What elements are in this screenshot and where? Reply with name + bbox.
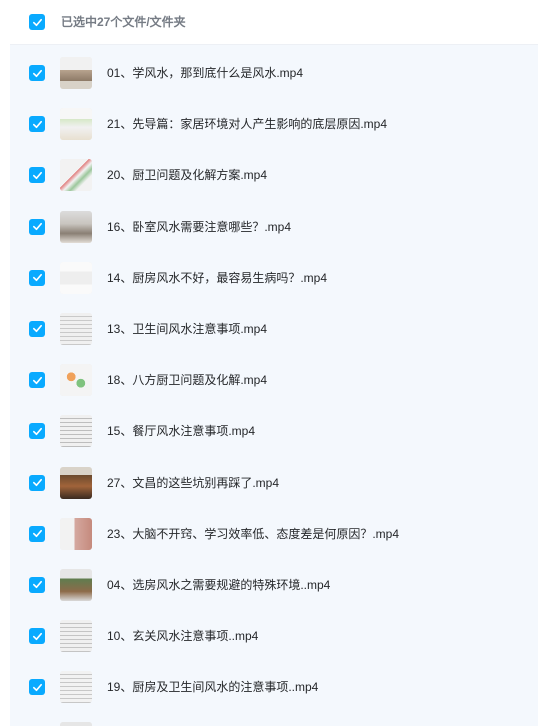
file-name[interactable]: 20、厨卫问题及化解方案.mp4 bbox=[107, 168, 267, 183]
file-name[interactable]: 13、卫生间风水注意事项.mp4 bbox=[107, 322, 267, 337]
file-row[interactable] bbox=[10, 710, 538, 726]
video-thumbnail bbox=[60, 568, 92, 601]
file-name[interactable]: 04、选房风水之需要规避的特殊环境..mp4 bbox=[107, 578, 330, 593]
checkmark-icon bbox=[32, 120, 42, 128]
checkmark-icon bbox=[32, 274, 42, 282]
file-checkbox[interactable] bbox=[29, 167, 45, 184]
video-thumbnail bbox=[60, 261, 92, 294]
checkmark-icon bbox=[32, 171, 42, 179]
file-name[interactable]: 15、餐厅风水注意事项.mp4 bbox=[107, 424, 255, 439]
video-thumbnail bbox=[60, 108, 92, 141]
file-list: 01、学风水，那到底什么是风水.mp4 21、先导篇：家居环境对人产生影响的底层原… bbox=[10, 45, 538, 726]
file-name[interactable]: 18、八方厨卫问题及化解.mp4 bbox=[107, 373, 267, 388]
file-checkbox[interactable] bbox=[29, 320, 45, 337]
file-row[interactable]: 10、玄关风水注意事项..mp4 bbox=[10, 608, 538, 659]
file-row[interactable]: 01、学风水，那到底什么是风水.mp4 bbox=[10, 45, 538, 96]
file-name[interactable]: 16、卧室风水需要注意哪些？.mp4 bbox=[107, 220, 291, 235]
file-checkbox[interactable] bbox=[29, 525, 45, 542]
file-row[interactable]: 04、选房风水之需要规避的特殊环境..mp4 bbox=[10, 557, 538, 608]
file-name[interactable]: 01、学风水，那到底什么是风水.mp4 bbox=[107, 66, 303, 81]
file-checkbox[interactable] bbox=[29, 474, 45, 491]
file-row[interactable]: 21、先导篇：家居环境对人产生影响的底层原因.mp4 bbox=[10, 96, 538, 147]
checkmark-icon bbox=[32, 69, 42, 77]
file-row[interactable]: 14、厨房风水不好，最容易生病吗？.mp4 bbox=[10, 250, 538, 301]
file-checkbox[interactable] bbox=[29, 679, 45, 696]
checkmark-icon bbox=[32, 478, 42, 487]
checkmark-icon bbox=[32, 530, 42, 538]
file-name[interactable]: 21、先导篇：家居环境对人产生影响的底层原因.mp4 bbox=[107, 117, 387, 132]
checkmark-icon bbox=[32, 325, 42, 333]
file-checkbox[interactable] bbox=[29, 372, 45, 389]
file-name[interactable]: 27、文昌的这些坑别再踩了.mp4 bbox=[107, 476, 279, 491]
file-checkbox[interactable] bbox=[29, 116, 45, 133]
file-checkbox[interactable] bbox=[29, 218, 45, 235]
video-thumbnail bbox=[60, 364, 92, 397]
file-row[interactable]: 18、八方厨卫问题及化解.mp4 bbox=[10, 352, 538, 403]
file-checkbox[interactable] bbox=[29, 65, 45, 81]
video-thumbnail bbox=[60, 159, 92, 192]
video-thumbnail bbox=[60, 415, 92, 448]
video-thumbnail bbox=[60, 312, 92, 345]
file-checkbox[interactable] bbox=[29, 269, 45, 286]
checkmark-icon bbox=[32, 427, 42, 435]
video-thumbnail bbox=[60, 722, 92, 726]
file-row[interactable]: 23、大脑不开窍、学习效率低、态度差是何原因？.mp4 bbox=[10, 506, 538, 557]
video-thumbnail bbox=[60, 671, 92, 704]
file-row[interactable]: 27、文昌的这些坑别再踩了.mp4 bbox=[10, 455, 538, 506]
file-name[interactable]: 19、厨房及卫生间风水的注意事项..mp4 bbox=[107, 680, 318, 695]
file-row[interactable]: 15、餐厅风水注意事项.mp4 bbox=[10, 403, 538, 454]
video-thumbnail bbox=[60, 517, 92, 550]
file-row[interactable]: 20、厨卫问题及化解方案.mp4 bbox=[10, 147, 538, 198]
checkmark-icon bbox=[32, 632, 42, 640]
checkmark-icon bbox=[32, 18, 42, 26]
selection-header: 已选中27个文件/文件夹 bbox=[10, 0, 538, 45]
file-row[interactable]: 19、厨房及卫生间风水的注意事项..mp4 bbox=[10, 659, 538, 710]
file-checkbox[interactable] bbox=[29, 628, 45, 645]
checkmark-icon bbox=[32, 376, 42, 384]
video-thumbnail bbox=[60, 210, 92, 243]
select-all-checkbox[interactable] bbox=[29, 14, 45, 30]
video-thumbnail bbox=[60, 57, 92, 89]
file-checkbox[interactable] bbox=[29, 576, 45, 593]
video-thumbnail bbox=[60, 620, 92, 653]
video-thumbnail bbox=[60, 466, 92, 499]
checkmark-icon bbox=[32, 581, 42, 589]
file-name[interactable]: 14、厨房风水不好，最容易生病吗？.mp4 bbox=[107, 271, 327, 286]
file-row[interactable]: 16、卧室风水需要注意哪些？.mp4 bbox=[10, 199, 538, 250]
selection-count-label: 已选中27个文件/文件夹 bbox=[61, 15, 186, 29]
checkmark-icon bbox=[32, 222, 42, 231]
file-selection-panel: 已选中27个文件/文件夹 01、学风水，那到底什么是风水.mp4 21、先导篇：家… bbox=[0, 0, 538, 726]
file-name[interactable]: 10、玄关风水注意事项..mp4 bbox=[107, 629, 258, 644]
checkmark-icon bbox=[32, 683, 42, 691]
file-row[interactable]: 13、卫生间风水注意事项.mp4 bbox=[10, 301, 538, 352]
file-checkbox[interactable] bbox=[29, 423, 45, 440]
file-name[interactable]: 23、大脑不开窍、学习效率低、态度差是何原因？.mp4 bbox=[107, 527, 399, 542]
